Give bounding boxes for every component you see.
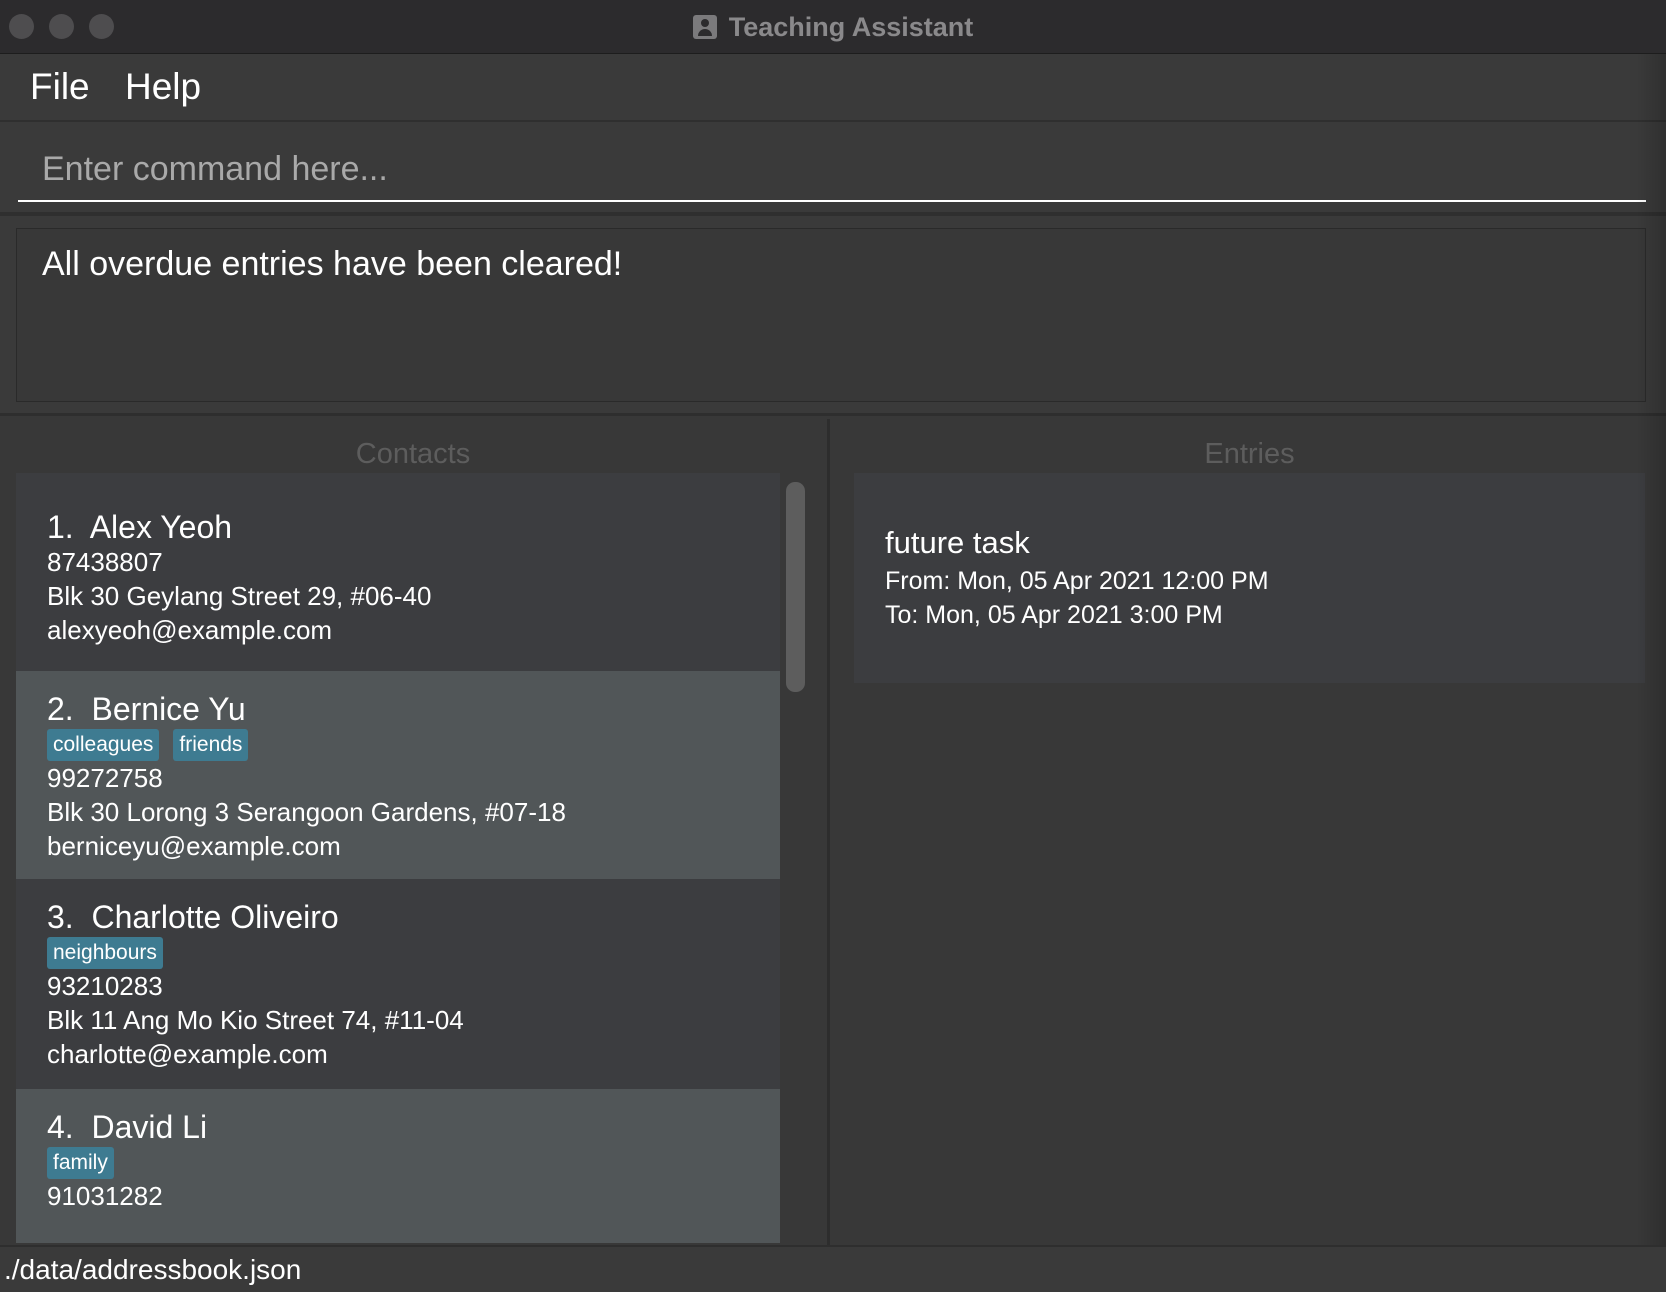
- contact-address: Blk 30 Lorong 3 Serangoon Gardens, #07-1…: [47, 797, 566, 827]
- app-window: Teaching Assistant File Help All overdue…: [0, 0, 1666, 1292]
- menu-bar: File Help: [0, 54, 1666, 122]
- entry-card[interactable]: future task From: Mon, 05 Apr 2021 12:00…: [854, 473, 1645, 683]
- contact-name: 4. David Li: [47, 1109, 207, 1146]
- menu-help[interactable]: Help: [125, 66, 201, 108]
- contact-tags: colleagues friends: [47, 729, 249, 761]
- contact-name: 2. Bernice Yu: [47, 691, 246, 728]
- contact-name-text: Alex Yeoh: [89, 509, 233, 545]
- status-bar: ./data/addressbook.json: [0, 1245, 1666, 1292]
- contact-tags: family: [47, 1147, 114, 1179]
- contact-card[interactable]: 1. Alex Yeoh 87438807 Blk 30 Geylang Str…: [16, 473, 780, 671]
- command-box: [0, 122, 1666, 216]
- contacts-panel: Contacts 1. Alex Yeoh 87438807 Blk 30 Ge…: [0, 419, 830, 1245]
- command-input[interactable]: [18, 138, 1646, 202]
- entry-to: To: Mon, 05 Apr 2021 3:00 PM: [885, 601, 1223, 629]
- menu-file[interactable]: File: [30, 66, 90, 108]
- title-bar: Teaching Assistant: [0, 0, 1666, 54]
- contact-name-text: Bernice Yu: [91, 691, 246, 727]
- entry-from: From: Mon, 05 Apr 2021 12:00 PM: [885, 567, 1269, 595]
- tag: friends: [173, 729, 249, 761]
- result-display-area: All overdue entries have been cleared!: [0, 216, 1666, 416]
- window-title: Teaching Assistant: [728, 11, 974, 42]
- status-file-path: ./data/addressbook.json: [4, 1254, 302, 1285]
- contact-index: 2.: [47, 691, 74, 727]
- contact-name-text: David Li: [91, 1109, 208, 1145]
- contact-phone: 93210283: [47, 971, 163, 1001]
- contact-email: berniceyu@example.com: [47, 831, 341, 861]
- contact-card[interactable]: 4. David Li family 91031282: [16, 1089, 780, 1243]
- contacts-heading: Contacts: [355, 438, 471, 470]
- result-message: All overdue entries have been cleared!: [42, 245, 623, 283]
- contact-list-scrollbar[interactable]: [786, 482, 805, 692]
- contact-phone: 87438807: [47, 547, 163, 577]
- entries-panel: Entries future task From: Mon, 05 Apr 20…: [833, 419, 1666, 1245]
- contact-card[interactable]: 2. Bernice Yu colleagues friends 9927275…: [16, 671, 780, 879]
- contact-name: 1. Alex Yeoh: [47, 509, 232, 546]
- tag: neighbours: [47, 937, 163, 969]
- contact-index: 4.: [47, 1109, 74, 1145]
- contact-card[interactable]: 3. Charlotte Oliveiro neighbours 9321028…: [16, 879, 780, 1089]
- result-display: All overdue entries have been cleared!: [16, 228, 1646, 402]
- contact-list[interactable]: 1. Alex Yeoh 87438807 Blk 30 Geylang Str…: [16, 473, 780, 1243]
- contact-tags: neighbours: [47, 937, 163, 969]
- contact-index: 3.: [47, 899, 74, 935]
- contact-email: alexyeoh@example.com: [47, 615, 333, 645]
- contact-name: 3. Charlotte Oliveiro: [47, 899, 339, 936]
- contact-email: charlotte@example.com: [47, 1039, 328, 1069]
- contact-index: 1.: [47, 509, 74, 545]
- contact-book-icon: [692, 15, 717, 39]
- entry-title: future task: [885, 525, 1030, 560]
- contact-address: Blk 11 Ang Mo Kio Street 74, #11-04: [47, 1005, 464, 1035]
- contact-address: Blk 30 Geylang Street 29, #06-40: [47, 581, 432, 611]
- entries-heading: Entries: [1204, 438, 1295, 470]
- contact-phone: 91031282: [47, 1181, 163, 1211]
- contact-phone: 99272758: [47, 763, 163, 793]
- contact-name-text: Charlotte Oliveiro: [91, 899, 339, 935]
- window-title-group: Teaching Assistant: [0, 0, 1666, 54]
- tag: family: [47, 1147, 114, 1179]
- tag: colleagues: [47, 729, 160, 761]
